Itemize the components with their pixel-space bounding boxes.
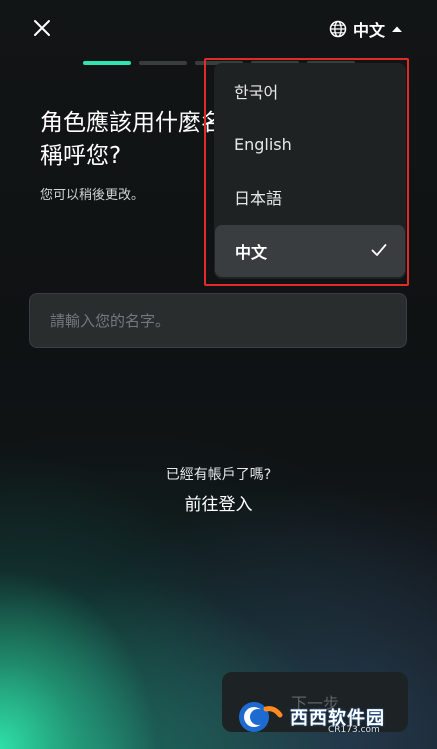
have-account-text: 已經有帳戶了嗎? [165,467,272,483]
language-option-english[interactable]: English [214,118,406,170]
login-link[interactable]: 前往登入 [0,490,437,515]
globe-icon [329,20,347,38]
watermark-logo: 西西软件园 CR173.com [236,697,416,737]
language-selector[interactable]: 中文 [329,16,403,42]
watermark-logo-icon [239,702,283,732]
language-dropdown: 한국어 English 日本語 中文 [214,63,406,279]
close-button[interactable] [28,14,56,42]
language-option-japanese[interactable]: 日本語 [214,171,406,223]
page-subtitle: 您可以稍後更改。 [40,188,145,203]
progress-segment [139,61,187,65]
caret-up-icon [392,26,402,32]
language-label: 中文 [352,21,385,40]
language-option-label: 日本語 [234,189,283,208]
language-option-label: English [234,134,292,154]
language-option-label: 한국어 [234,83,279,102]
name-input[interactable] [29,293,407,348]
close-icon [34,20,50,36]
language-option-korean[interactable]: 한국어 [214,65,406,117]
watermark-site: CR173.com [328,725,380,735]
progress-segment-active [83,61,131,65]
language-option-label: 中文 [235,243,268,262]
language-option-chinese[interactable]: 中文 [215,225,405,277]
check-icon [371,244,387,256]
